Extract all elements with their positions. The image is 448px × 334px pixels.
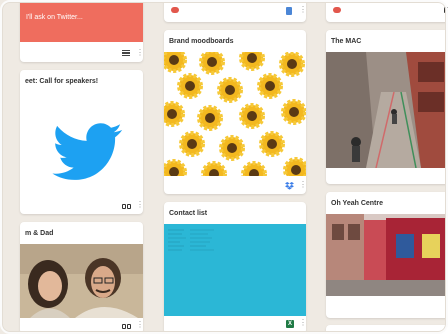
- oh-yeah-centre-photo: [326, 214, 448, 296]
- card-title: eet: Call for speakers!: [25, 78, 99, 85]
- dropbox-icon: [285, 182, 294, 190]
- image-card-the-mac[interactable]: The MAC: [326, 30, 448, 184]
- card-footer: ⋮: [164, 178, 306, 194]
- image-card-dad[interactable]: m & Dad ⋮: [20, 222, 143, 334]
- list-icon: [122, 50, 131, 58]
- card-footer: X ⋮: [164, 316, 306, 332]
- spreadsheet-preview: [164, 224, 306, 316]
- link-icon: [122, 322, 131, 330]
- card-footer: ⋮: [20, 318, 143, 334]
- sunflower-image: [164, 52, 306, 176]
- note-text: I'll ask on Twitter...: [26, 14, 83, 21]
- mac-building-photo: [326, 52, 448, 168]
- card-footer: ⋮: [20, 46, 143, 62]
- more-options-icon[interactable]: ⋮: [136, 201, 143, 209]
- excel-icon: X: [286, 320, 294, 328]
- card-bottom-partial-right: [326, 325, 448, 334]
- link-card-tweet[interactable]: eet: Call for speakers! ⋮: [20, 70, 143, 214]
- card-footer: ⋮: [20, 198, 143, 214]
- pin-icon: [333, 7, 341, 13]
- board-canvas: I'll ask on Twitter... ⋮ eet: Call for s…: [0, 0, 448, 334]
- file-card-contact-list[interactable]: Contact list X ⋮: [164, 202, 306, 334]
- card-title: The MAC: [331, 38, 362, 45]
- twitter-bird-image: [20, 100, 143, 196]
- link-icon: [122, 202, 131, 210]
- card-title: m & Dad: [25, 230, 54, 237]
- more-options-icon[interactable]: ⋮: [136, 49, 143, 57]
- image-card-oh-yeah-centre[interactable]: Oh Yeah Centre: [326, 192, 448, 318]
- card-title: Oh Yeah Centre: [331, 200, 384, 207]
- more-options-icon[interactable]: ⋮: [299, 319, 306, 327]
- pin-icon: [171, 7, 179, 13]
- image-card-moodboards[interactable]: Brand moodboards ⋮: [164, 30, 306, 194]
- more-options-icon[interactable]: ⋮: [299, 6, 306, 14]
- card-title: Contact list: [169, 210, 208, 217]
- note-card-twitter[interactable]: I'll ask on Twitter... ⋮: [20, 0, 143, 62]
- generic-icon: [444, 7, 448, 13]
- more-options-icon[interactable]: ⋮: [136, 321, 143, 329]
- google-docs-icon: [286, 7, 292, 15]
- note-background: [20, 0, 143, 42]
- twitter-icon: [52, 123, 123, 180]
- more-options-icon[interactable]: ⋮: [299, 181, 306, 189]
- card-top-partial[interactable]: ⋮: [164, 0, 306, 22]
- family-photo: [20, 244, 143, 318]
- card-footer: [326, 168, 448, 184]
- card-top-partial-right[interactable]: [326, 0, 448, 22]
- card-title: Brand moodboards: [169, 38, 234, 45]
